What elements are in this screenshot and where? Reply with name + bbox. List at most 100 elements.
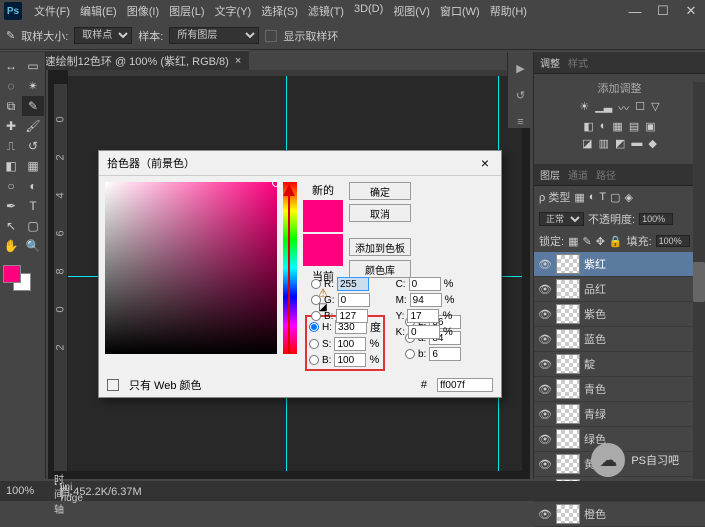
visibility-icon[interactable]: 👁 bbox=[538, 383, 552, 396]
curves-icon[interactable]: 〰 bbox=[618, 100, 629, 116]
b-radio[interactable] bbox=[309, 355, 319, 365]
props-icon[interactable]: ≡ bbox=[517, 116, 523, 128]
menu-3d[interactable]: 3D(D) bbox=[350, 1, 387, 21]
s-input[interactable] bbox=[334, 337, 366, 351]
menu-file[interactable]: 文件(F) bbox=[30, 1, 74, 21]
rgb-b-radio[interactable] bbox=[311, 311, 321, 321]
move-tool[interactable]: ↔ bbox=[0, 56, 22, 76]
menu-view[interactable]: 视图(V) bbox=[389, 1, 434, 21]
visibility-icon[interactable]: 👁 bbox=[538, 508, 552, 521]
brightness-icon[interactable]: ☀ bbox=[579, 100, 589, 116]
lock-all-icon[interactable]: 🔒 bbox=[609, 235, 623, 248]
hand-tool[interactable]: ✋ bbox=[0, 236, 22, 256]
color-libraries-button[interactable]: 颜色库 bbox=[349, 260, 411, 278]
m-input[interactable] bbox=[410, 293, 442, 307]
visibility-icon[interactable]: 👁 bbox=[538, 258, 552, 271]
lock-paint-icon[interactable]: ✎ bbox=[582, 235, 591, 248]
stamp-tool[interactable]: ⎍ bbox=[0, 136, 22, 156]
visibility-icon[interactable]: 👁 bbox=[538, 358, 552, 371]
history-icon[interactable]: ↺ bbox=[516, 89, 525, 102]
visibility-icon[interactable]: 👁 bbox=[538, 308, 552, 321]
layer-thumb[interactable] bbox=[556, 379, 580, 399]
tab-layers[interactable]: 图层 bbox=[540, 167, 560, 182]
menu-help[interactable]: 帮助(H) bbox=[486, 1, 531, 21]
filter-pixel-icon[interactable]: ▦ bbox=[574, 191, 584, 204]
tab-channels[interactable]: 通道 bbox=[568, 167, 588, 182]
layer-row[interactable]: 👁青色 bbox=[534, 377, 705, 402]
layer-row[interactable]: 👁紫红 bbox=[534, 252, 705, 277]
close-button[interactable]: ✕ bbox=[677, 2, 705, 20]
invert-icon[interactable]: ◪ bbox=[582, 137, 592, 150]
tab-adjustments[interactable]: 调整 bbox=[540, 55, 560, 70]
layer-row[interactable]: 👁橙色 bbox=[534, 502, 705, 527]
photo-filter-icon[interactable]: ▦ bbox=[612, 120, 622, 133]
minimize-button[interactable]: — bbox=[621, 2, 649, 20]
layer-thumb[interactable] bbox=[556, 329, 580, 349]
layer-row[interactable]: 👁青绿 bbox=[534, 402, 705, 427]
add-swatch-button[interactable]: 添加到色板 bbox=[349, 238, 411, 256]
selective-icon[interactable]: ◆ bbox=[648, 137, 656, 150]
filter-type-icon[interactable]: T bbox=[599, 191, 606, 203]
foreground-swatch[interactable] bbox=[3, 265, 21, 283]
brush-tool[interactable]: 🖌 bbox=[22, 116, 44, 136]
menu-window[interactable]: 窗口(W) bbox=[436, 1, 484, 21]
ruler-vertical[interactable]: 0246802 bbox=[54, 84, 68, 471]
hex-input[interactable] bbox=[437, 378, 493, 392]
lasso-tool[interactable]: ◌ bbox=[0, 76, 22, 96]
pen-tool[interactable]: ✒ bbox=[0, 196, 22, 216]
layer-thumb[interactable] bbox=[556, 354, 580, 374]
crop-tool[interactable]: ⧉ bbox=[0, 96, 22, 116]
r-input[interactable] bbox=[337, 277, 369, 291]
cancel-button[interactable]: 取消 bbox=[349, 204, 411, 222]
wand-tool[interactable]: ✴ bbox=[22, 76, 44, 96]
marquee-tool[interactable]: ▭ bbox=[22, 56, 44, 76]
layer-row[interactable]: 👁品红 bbox=[534, 277, 705, 302]
history-brush-tool[interactable]: ↺ bbox=[22, 136, 44, 156]
blend-mode-select[interactable]: 正常 bbox=[539, 212, 584, 226]
zoom-level[interactable]: 100% bbox=[6, 485, 34, 497]
type-tool[interactable]: T bbox=[22, 196, 44, 216]
s-radio[interactable] bbox=[309, 339, 319, 349]
menu-layer[interactable]: 图层(L) bbox=[165, 1, 208, 21]
layer-thumb[interactable] bbox=[556, 254, 580, 274]
g-input[interactable] bbox=[338, 293, 370, 307]
lock-pos-icon[interactable]: ✥ bbox=[596, 235, 605, 248]
eyedropper-tool[interactable]: ✎ bbox=[22, 96, 44, 116]
gradient-tool[interactable]: ▦ bbox=[22, 156, 44, 176]
play-icon[interactable]: ▶ bbox=[516, 62, 524, 75]
visibility-icon[interactable]: 👁 bbox=[538, 283, 552, 296]
exposure-icon[interactable]: ☐ bbox=[635, 100, 645, 116]
hue-icon[interactable]: ◧ bbox=[583, 120, 593, 133]
posterize-icon[interactable]: ▥ bbox=[599, 137, 609, 150]
layer-thumb[interactable] bbox=[556, 429, 580, 449]
menu-image[interactable]: 图像(I) bbox=[123, 1, 163, 21]
filter-adj-icon[interactable]: ◐ bbox=[589, 191, 596, 203]
lab-b-input[interactable] bbox=[429, 347, 461, 361]
visibility-icon[interactable]: 👁 bbox=[538, 408, 552, 421]
sv-cursor-icon[interactable] bbox=[272, 179, 280, 187]
tab-timeline[interactable]: 时间轴 bbox=[48, 485, 60, 501]
zoom-tool[interactable]: 🔍 bbox=[22, 236, 44, 256]
path-tool[interactable]: ↖ bbox=[0, 216, 22, 236]
layer-row[interactable]: 👁紫色 bbox=[534, 302, 705, 327]
saturation-value-field[interactable] bbox=[105, 182, 277, 354]
g-radio[interactable] bbox=[311, 295, 321, 305]
maximize-button[interactable]: ☐ bbox=[649, 2, 677, 20]
heal-tool[interactable]: ✚ bbox=[0, 116, 22, 136]
visibility-icon[interactable]: 👁 bbox=[538, 433, 552, 446]
sample-size-select[interactable]: 取样点 bbox=[74, 27, 132, 44]
y-input[interactable] bbox=[407, 309, 439, 323]
layer-thumb[interactable] bbox=[556, 504, 580, 524]
bv-input[interactable] bbox=[334, 353, 366, 367]
lock-trans-icon[interactable]: ▦ bbox=[568, 235, 578, 248]
k-input[interactable] bbox=[408, 325, 440, 339]
scrollbar-thumb[interactable] bbox=[693, 262, 705, 302]
threshold-icon[interactable]: ◩ bbox=[615, 137, 625, 150]
c-input[interactable] bbox=[409, 277, 441, 291]
shape-tool[interactable]: ▢ bbox=[22, 216, 44, 236]
lab-b-radio[interactable] bbox=[405, 349, 415, 359]
ok-button[interactable]: 确定 bbox=[349, 182, 411, 200]
tab-styles[interactable]: 样式 bbox=[568, 55, 588, 70]
eraser-tool[interactable]: ◧ bbox=[0, 156, 22, 176]
lookup-icon[interactable]: ▣ bbox=[645, 120, 655, 133]
